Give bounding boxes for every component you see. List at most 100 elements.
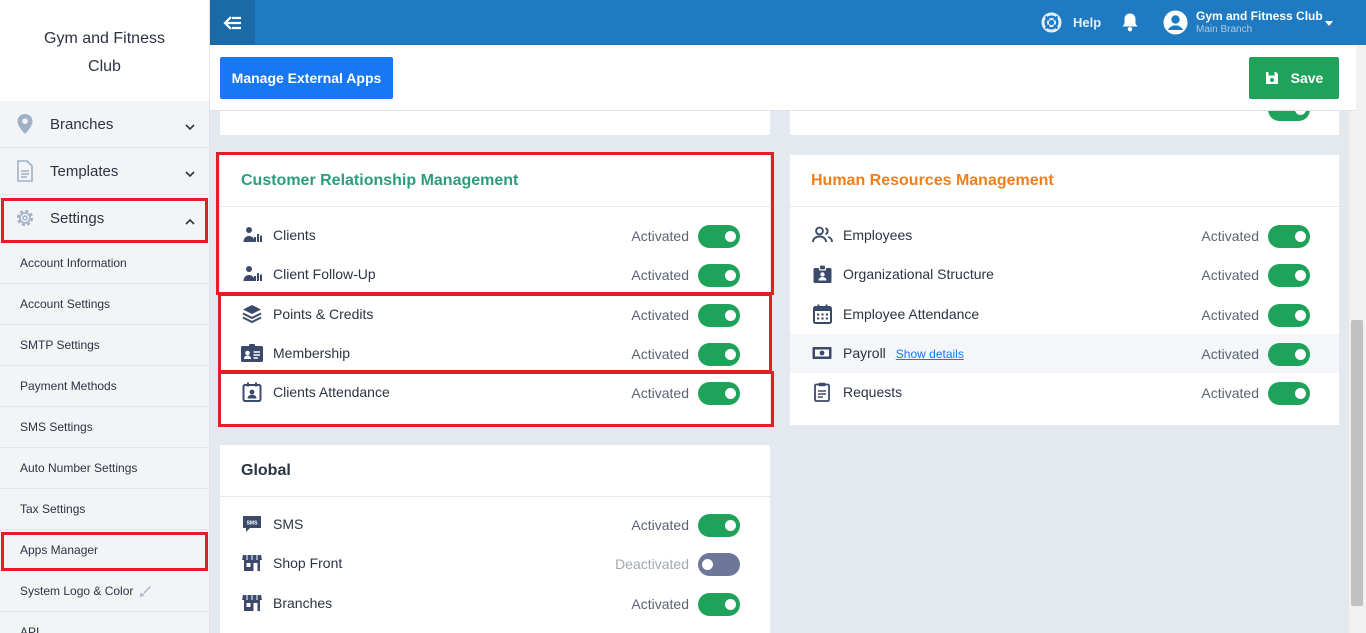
map-pin-icon: [14, 113, 36, 135]
app-name: Branches: [273, 595, 333, 611]
sidebar-subitem-tax-settings[interactable]: Tax Settings: [0, 489, 209, 530]
app-status: Activated: [631, 517, 689, 533]
user-branch: Main Branch: [1196, 24, 1253, 35]
app-name: Clients: [273, 227, 316, 243]
app-name: SMS: [273, 516, 304, 532]
chevron-down-icon: [185, 118, 195, 135]
app-status: Deactivated: [615, 556, 689, 572]
sidebar-subitem-smtp-settings[interactable]: SMTP Settings: [0, 325, 209, 366]
app-toggle-membership[interactable]: [698, 343, 740, 366]
app-status: Activated: [1201, 228, 1259, 244]
user-menu[interactable]: Gym and Fitness Club Main Branch: [1163, 0, 1333, 45]
app-row-branches: Branches Activated: [220, 584, 770, 623]
app-row-employees: Employees Activated: [790, 216, 1339, 255]
sidebar-item-label: Settings: [50, 209, 105, 227]
app-name: Points & Credits: [273, 306, 374, 322]
calendar-icon: [811, 303, 833, 325]
app-name: Payroll: [843, 345, 886, 361]
client-stats-icon: [241, 263, 263, 285]
app-row-points-credits: Points & Credits Activated: [220, 295, 770, 334]
sidebar-subitem-sms-settings[interactable]: SMS Settings: [0, 407, 209, 448]
chevron-up-icon: [185, 212, 195, 229]
sidebar-item-settings[interactable]: Settings: [0, 195, 209, 242]
app-status: Activated: [631, 267, 689, 283]
paint-brush-icon: [139, 585, 152, 598]
floppy-disk-icon: [1265, 71, 1279, 85]
global-card: Global SMS SMS Activated Shop Front Deac…: [220, 445, 770, 633]
app-row-sms: SMS SMS Activated: [220, 505, 770, 544]
card-above-right: [790, 98, 1339, 135]
client-stats-icon: [241, 224, 263, 246]
manage-external-apps-button[interactable]: Manage External Apps: [220, 57, 393, 99]
app-status: Activated: [631, 228, 689, 244]
global-card-title: Global: [220, 445, 770, 497]
app-toggle-organizational-structure[interactable]: [1268, 264, 1310, 287]
sms-icon: SMS: [241, 513, 263, 535]
app-toggle-requests[interactable]: [1268, 382, 1310, 405]
sidebar-subitem-apps-manager[interactable]: Apps Manager: [0, 530, 209, 571]
crm-card-title: Customer Relationship Management: [220, 155, 770, 207]
badge-icon: [811, 263, 833, 285]
sidebar: Gym and Fitness Club Branches Templates …: [0, 0, 210, 633]
show-details-link[interactable]: Show details: [896, 347, 964, 361]
app-status: Activated: [1201, 307, 1259, 323]
app-row-clients: Clients Activated: [220, 216, 770, 255]
app-toggle-branches[interactable]: [698, 593, 740, 616]
app-name: Requests: [843, 384, 903, 400]
sidebar-item-branches[interactable]: Branches: [0, 101, 209, 148]
app-name: Membership: [273, 345, 351, 361]
notifications-bell-icon[interactable]: [1121, 12, 1139, 37]
app-toggle-payroll[interactable]: [1268, 343, 1310, 366]
gear-icon: [14, 207, 36, 229]
app-row-clients-attendance: Clients Attendance Activated: [220, 373, 770, 412]
user-avatar-icon: [1163, 10, 1188, 35]
chevron-down-icon: [185, 165, 195, 182]
app-row-client-follow-up: Client Follow-Up Activated: [220, 255, 770, 294]
store-icon: [241, 592, 263, 614]
money-icon: [811, 342, 833, 364]
sidebar-subitem-auto-number-settings[interactable]: Auto Number Settings: [0, 448, 209, 489]
app-toggle-clients-attendance[interactable]: [698, 382, 740, 405]
lifebuoy-icon: [1041, 12, 1062, 33]
sidebar-subitem-account-information[interactable]: Account Information: [0, 243, 209, 284]
sidebar-subitem-payment-methods[interactable]: Payment Methods: [0, 366, 209, 407]
help-button[interactable]: Help: [1041, 0, 1101, 45]
layers-icon: [241, 303, 263, 325]
user-name: Gym and Fitness Club: [1196, 9, 1323, 23]
app-toggle-shop-front[interactable]: [698, 553, 740, 576]
app-toggle-clients[interactable]: [698, 225, 740, 248]
app-toggle-employee-attendance[interactable]: [1268, 304, 1310, 327]
store-icon: [241, 552, 263, 574]
svg-text:SMS: SMS: [247, 521, 259, 527]
app-row-payroll: Payroll Show details Activated: [790, 334, 1339, 373]
help-label: Help: [1073, 15, 1102, 30]
app-toggle-points-credits[interactable]: [698, 304, 740, 327]
sidebar-item-templates[interactable]: Templates: [0, 148, 209, 195]
app-toggle-employees[interactable]: [1268, 225, 1310, 248]
brand-name: Gym and Fitness Club: [0, 0, 209, 107]
save-button[interactable]: Save: [1249, 57, 1339, 99]
sidebar-item-label: Templates: [50, 162, 119, 180]
collapse-sidebar-button[interactable]: [210, 0, 255, 45]
app-toggle-client-follow-up[interactable]: [698, 264, 740, 287]
sidebar-item-label: System Logo & Color: [20, 584, 134, 598]
app-status: Activated: [631, 385, 689, 401]
app-name: Organizational Structure: [843, 266, 994, 282]
app-status: Activated: [1201, 346, 1259, 362]
app-row-requests: Requests Activated: [790, 373, 1339, 412]
app-status: Activated: [1201, 267, 1259, 283]
arrow-left-icon: [222, 15, 241, 30]
sidebar-subitem-api[interactable]: API: [0, 612, 209, 633]
id-card-icon: [241, 342, 263, 364]
app-row-employee-attendance: Employee Attendance Activated: [790, 295, 1339, 334]
hr-card: Human Resources Management Employees Act…: [790, 155, 1339, 425]
app-status: Activated: [631, 596, 689, 612]
app-toggle-sms[interactable]: [698, 514, 740, 537]
caret-down-icon: [1325, 13, 1333, 31]
app-row-shop-front: Shop Front Deactivated: [220, 544, 770, 583]
hr-card-title: Human Resources Management: [790, 155, 1339, 207]
sidebar-subitem-system-logo-color[interactable]: System Logo & Color: [0, 571, 209, 612]
app-name: Shop Front: [273, 555, 343, 571]
sidebar-subitem-account-settings[interactable]: Account Settings: [0, 284, 209, 325]
scrollbar-thumb[interactable]: [1351, 320, 1363, 606]
